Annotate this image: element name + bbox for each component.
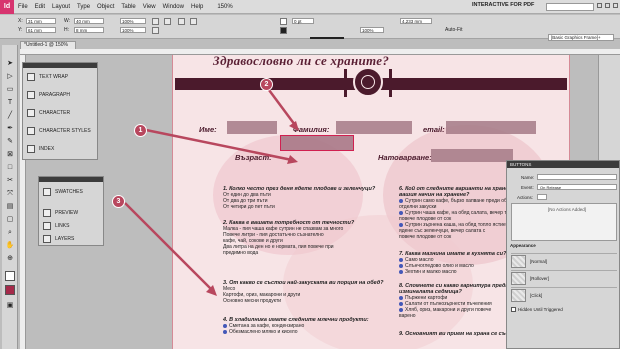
arrow-1-head [287,155,298,164]
callout-2: 2 [260,78,273,91]
arrow-2 [267,89,297,126]
panel-group-1-titlebar[interactable] [23,63,97,68]
event-select[interactable]: On Release [537,184,617,190]
index-icon [27,144,35,153]
appearance-label: Appearance [510,243,536,248]
add-action-icon[interactable] [537,194,547,200]
actions-list[interactable]: [No Actions Added] [511,203,617,241]
paragraph-icon [27,90,35,99]
arrow-3 [124,202,213,291]
callout-3: 3 [112,195,125,208]
state-thumbnail [511,289,526,302]
event-label: Event: [521,185,534,190]
callout-1: 1 [134,124,147,137]
state-rollover[interactable]: [Rollover] [511,270,617,286]
panel-group-1: TEXT WRAP PARAGRAPH CHARACTER CHARACTER … [22,62,98,160]
preview-icon [43,208,51,217]
buttons-panel-title[interactable]: BUTTONS [507,161,619,168]
name-label: Name: [521,175,535,180]
state-thumbnail [511,255,526,268]
no-actions-text: [No Actions Added] [548,207,587,212]
panel-character[interactable]: CHARACTER [27,107,70,118]
panel-paragraph[interactable]: PARAGRAPH [27,89,70,100]
arrow-1 [145,128,293,162]
state-normal[interactable]: [Normal] [511,253,617,269]
character-styles-icon [27,126,35,135]
collapsed-panel-dock [598,55,620,160]
layers-icon [43,234,51,243]
panel-index[interactable]: INDEX [27,143,54,154]
arrow-2-head [289,121,299,131]
checkbox[interactable] [511,307,516,312]
buttons-panel: BUTTONS Name: Event: On Release Actions:… [506,160,620,349]
panel-layers[interactable]: LAYERS [43,233,74,244]
panel-character-styles[interactable]: CHARACTER STYLES [27,125,91,136]
actions-label: Actions: [517,195,534,200]
panel-links[interactable]: LINKS [43,220,69,231]
state-click[interactable]: [Click] [511,287,617,303]
hidden-until-triggered[interactable]: Hidden Until Triggered [511,307,563,312]
panel-group-2: SWATCHES PREVIEW LINKS LAYERS [38,176,104,246]
panel-text-wrap[interactable]: TEXT WRAP [27,71,68,82]
panel-swatches[interactable]: SWATCHES [43,186,83,197]
text-wrap-icon [27,72,35,81]
panel-preview[interactable]: PREVIEW [43,207,78,218]
panel-group-2-titlebar[interactable] [39,177,103,182]
character-icon [27,108,35,117]
indesign-window: Id File Edit Layout Type Object Table Vi… [0,0,620,349]
state-thumbnail [511,272,526,285]
swatches-icon [43,187,51,196]
links-icon [43,221,51,230]
button-name-field[interactable] [537,174,617,180]
